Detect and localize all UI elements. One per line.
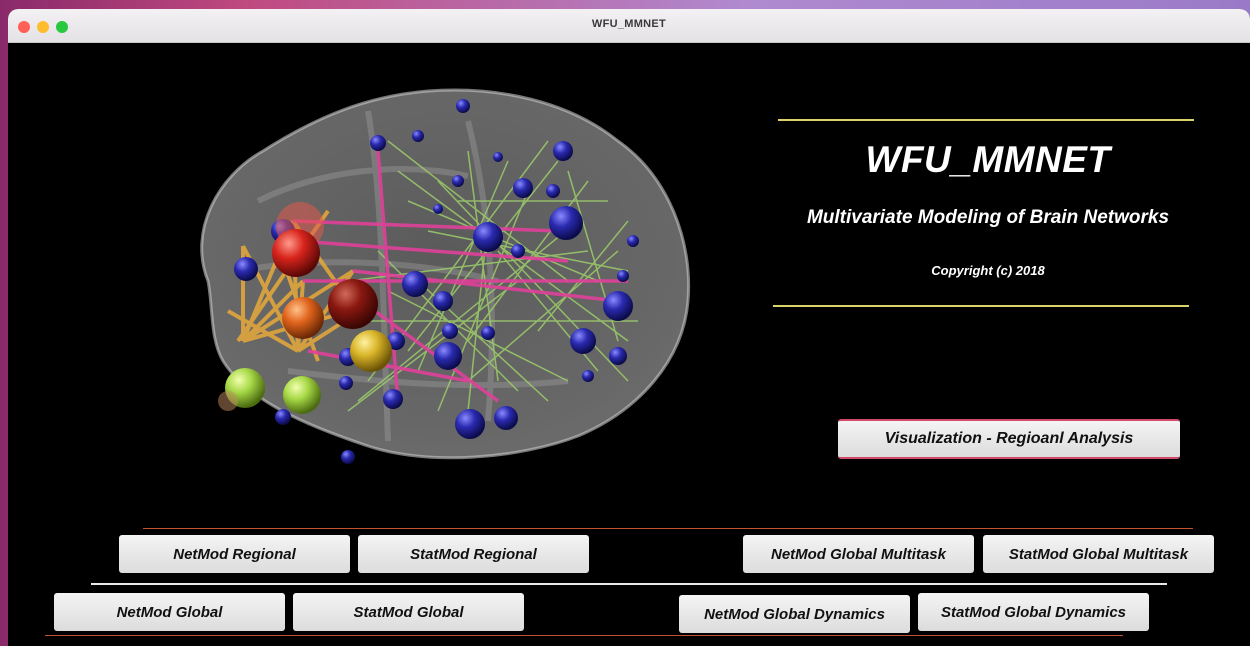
statmod-global-multitask-button[interactable]: StatMod Global Multitask xyxy=(983,535,1214,573)
netmod-regional-button[interactable]: NetMod Regional xyxy=(119,535,350,573)
netmod-global-dynamics-button[interactable]: NetMod Global Dynamics xyxy=(679,595,910,633)
app-subtitle: Multivariate Modeling of Brain Networks xyxy=(806,207,1170,228)
title-bar[interactable]: WFU_MMNET xyxy=(8,9,1250,43)
main-panel: WFU_MMNET Multivariate Modeling of Brain… xyxy=(8,43,1250,646)
title-top-divider xyxy=(778,119,1194,121)
brain-network-icon xyxy=(200,88,691,464)
buttons-bottom-divider xyxy=(45,635,1123,636)
statmod-global-dynamics-button[interactable]: StatMod Global Dynamics xyxy=(918,593,1149,631)
visualization-button[interactable]: Visualization - Regioanl Analysis xyxy=(838,419,1180,459)
netmod-global-multitask-button[interactable]: NetMod Global Multitask xyxy=(743,535,974,573)
statmod-regional-button[interactable]: StatMod Regional xyxy=(358,535,589,573)
copyright-text: Copyright (c) 2018 xyxy=(931,263,1045,278)
netmod-global-button[interactable]: NetMod Global xyxy=(54,593,285,631)
statmod-global-button[interactable]: StatMod Global xyxy=(293,593,524,631)
buttons-top-divider xyxy=(143,528,1193,529)
app-title: WFU_MMNET xyxy=(865,139,1111,180)
app-window: WFU_MMNET WFU_MMNET Multivariate Modelin… xyxy=(8,9,1250,646)
window-title: WFU_MMNET xyxy=(591,18,667,30)
title-bottom-divider xyxy=(773,305,1189,307)
buttons-middle-divider xyxy=(91,583,1167,585)
